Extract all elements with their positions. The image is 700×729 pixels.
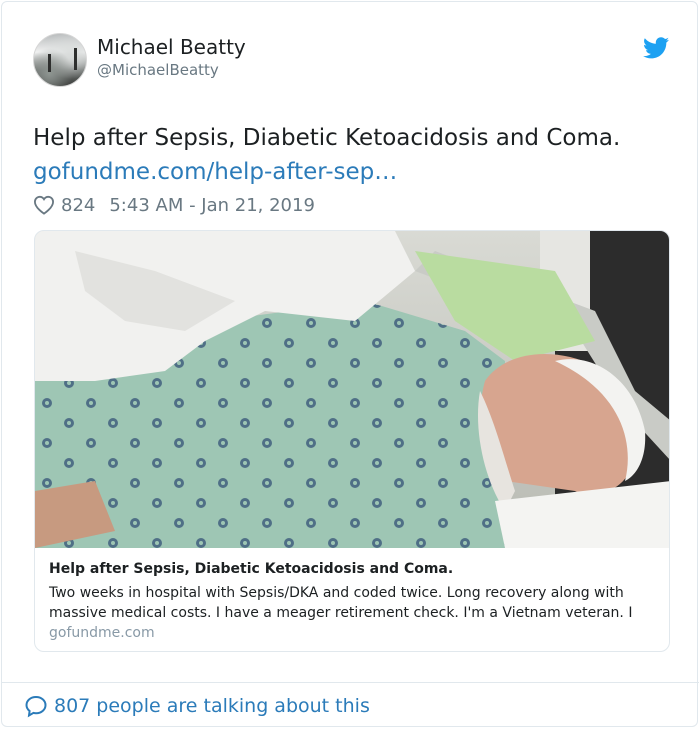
author-name[interactable]: Michael Beatty	[97, 35, 246, 59]
conversation-link[interactable]: 807 people are talking about this	[24, 692, 370, 720]
card-domain: gofundme.com	[49, 625, 155, 641]
tweet-header: Michael Beatty @MichaelBeatty	[33, 33, 673, 89]
card-description: Two weeks in hospital with Sepsis/DKA an…	[49, 585, 633, 621]
author-handle[interactable]: @MichaelBeatty	[97, 61, 219, 79]
tweet-text: Help after Sepsis, Diabetic Ketoacidosis…	[33, 125, 621, 151]
link-preview-card[interactable]: Help after Sepsis, Diabetic Ketoacidosis…	[34, 230, 670, 652]
card-image	[35, 231, 669, 548]
tweet-meta: 824 5:43 AM - Jan 21, 2019	[33, 192, 315, 218]
speech-bubble-icon	[25, 695, 47, 718]
twitter-bird-icon[interactable]	[643, 37, 669, 59]
tweet-timestamp[interactable]: 5:43 AM - Jan 21, 2019	[109, 195, 315, 216]
like-count: 824	[61, 194, 96, 216]
tweet-link[interactable]: gofundme.com/help-after-sep…	[33, 156, 397, 188]
footer-divider	[2, 682, 699, 683]
tweet-card[interactable]: Michael Beatty @MichaelBeatty Help after…	[1, 1, 699, 727]
heart-icon[interactable]	[33, 195, 55, 215]
card-title[interactable]: Help after Sepsis, Diabetic Ketoacidosis…	[49, 561, 453, 577]
talking-count-label[interactable]: 807 people are talking about this	[54, 695, 370, 717]
avatar[interactable]	[33, 33, 87, 87]
